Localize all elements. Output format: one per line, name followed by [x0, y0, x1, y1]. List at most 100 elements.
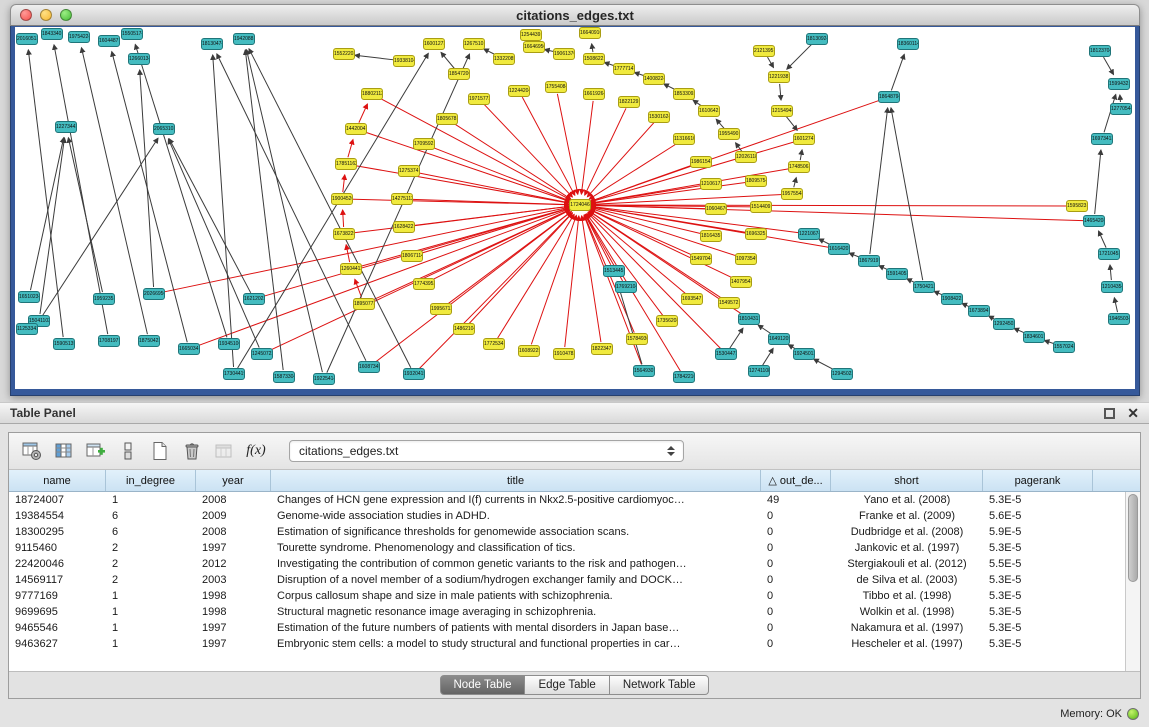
graph-edge[interactable]: [168, 139, 259, 347]
graph-edge[interactable]: [363, 131, 570, 201]
graph-node[interactable]: 16646950: [523, 41, 545, 53]
graph-node[interactable]: 17777147: [613, 63, 635, 75]
memory-status-icon[interactable]: [1127, 708, 1139, 720]
graph-edge[interactable]: [161, 207, 569, 292]
column-header-name[interactable]: name: [9, 470, 106, 491]
graph-edge[interactable]: [498, 214, 575, 338]
column-header-pagerank[interactable]: pagerank: [983, 470, 1093, 491]
graph-edge[interactable]: [592, 44, 593, 52]
graph-edge[interactable]: [617, 282, 642, 365]
graph-node[interactable]: 19320415: [403, 368, 425, 380]
table-settings-button[interactable]: [19, 438, 45, 464]
graph-node[interactable]: 15570243: [1053, 341, 1075, 353]
table-row[interactable]: 1456911722003Disruption of a novel membe…: [9, 572, 1125, 588]
table-columns-button[interactable]: [51, 438, 77, 464]
graph-node[interactable]: 15086221: [583, 53, 605, 65]
graph-node[interactable]: 12026118: [735, 151, 757, 163]
graph-node[interactable]: 12244204: [508, 85, 530, 97]
table-row[interactable]: 969969511998Structural magnetic resonanc…: [9, 604, 1125, 620]
graph-edge[interactable]: [565, 216, 579, 347]
graph-edge[interactable]: [800, 150, 802, 160]
graph-edge[interactable]: [780, 84, 781, 100]
graph-edge[interactable]: [348, 140, 353, 158]
graph-node[interactable]: 12741108: [748, 365, 770, 377]
graph-node[interactable]: 16935471: [681, 293, 703, 305]
graph-edge[interactable]: [351, 206, 569, 233]
graph-node[interactable]: 15301624: [648, 111, 670, 123]
graph-node[interactable]: 18648794: [878, 91, 900, 103]
graph-node[interactable]: 21213957: [753, 45, 775, 57]
graph-node[interactable]: 17851162: [335, 158, 357, 170]
graph-node[interactable]: 15134451: [603, 265, 625, 277]
graph-edge[interactable]: [30, 138, 63, 290]
graph-node[interactable]: 16284221: [393, 221, 415, 233]
graph-node[interactable]: 18164357: [700, 230, 722, 242]
column-header-short[interactable]: short: [831, 470, 983, 491]
graph-edge[interactable]: [786, 117, 797, 131]
graph-node[interactable]: 18130474: [201, 38, 223, 50]
graph-node[interactable]: 19420881: [233, 33, 255, 45]
graph-edge[interactable]: [794, 178, 796, 188]
graph-edge[interactable]: [441, 52, 454, 68]
table-row[interactable]: 2242004622012Investigating the contribut…: [9, 556, 1125, 572]
graph-edge[interactable]: [870, 108, 888, 254]
graph-node[interactable]: 15522203: [333, 48, 355, 60]
graph-node[interactable]: 18533092: [673, 88, 695, 100]
table-edit-button[interactable]: [83, 438, 109, 464]
graph-node[interactable]: 18679197: [858, 255, 880, 267]
graph-node[interactable]: 12106172: [700, 178, 722, 190]
graph-node[interactable]: 19956712: [430, 303, 452, 315]
delete-button[interactable]: [179, 438, 205, 464]
graph-node[interactable]: 16650341: [178, 343, 200, 355]
graph-node[interactable]: 12945022: [831, 368, 853, 380]
graph-node[interactable]: 16619264: [583, 88, 605, 100]
graph-node[interactable]: 18750423: [138, 335, 160, 347]
graph-node[interactable]: 18950773: [353, 298, 375, 310]
table-row[interactable]: 977716911998Corpus callosum shape and si…: [9, 588, 1125, 604]
graph-edge[interactable]: [1095, 150, 1101, 214]
graph-edge[interactable]: [1120, 95, 1121, 102]
graph-node[interactable]: 16510234: [18, 291, 40, 303]
graph-node[interactable]: 16973413: [1091, 133, 1113, 145]
graph-node[interactable]: 19225414: [313, 373, 335, 385]
graph-node[interactable]: 15914053: [886, 268, 908, 280]
graph-node[interactable]: 18130924: [806, 33, 828, 45]
graph-node[interactable]: 17210453: [1098, 248, 1120, 260]
network-canvas[interactable]: 1724046180567811971577212244204175540841…: [15, 27, 1135, 389]
table-row[interactable]: 1830029562008Estimation of significance …: [9, 524, 1125, 540]
graph-edge[interactable]: [343, 175, 345, 192]
graph-edge[interactable]: [431, 147, 570, 201]
graph-node[interactable]: 11253341: [16, 323, 38, 335]
graph-edge[interactable]: [767, 57, 773, 67]
graph-edge[interactable]: [359, 104, 368, 123]
graph-edge[interactable]: [249, 49, 411, 368]
graph-node[interactable]: 18056781: [436, 113, 458, 125]
graph-node[interactable]: 17554084: [545, 81, 567, 93]
graph-node[interactable]: 19754224: [68, 31, 90, 43]
graph-node[interactable]: 14420041: [345, 123, 367, 135]
graph-node[interactable]: 12660134: [128, 53, 150, 65]
float-panel-icon[interactable]: [1104, 408, 1115, 419]
graph-node[interactable]: 19061370: [553, 48, 575, 60]
scrollbar-thumb[interactable]: [1128, 494, 1138, 582]
graph-node[interactable]: 12753741: [398, 165, 420, 177]
graph-node[interactable]: 18223471: [591, 343, 613, 355]
graph-edge[interactable]: [245, 50, 283, 370]
graph-edge[interactable]: [355, 279, 362, 297]
graph-edge[interactable]: [531, 215, 576, 344]
column-header-year[interactable]: year: [196, 470, 271, 491]
graph-edge[interactable]: [730, 328, 743, 348]
column-header-out_de[interactable]: △ out_de...: [761, 470, 831, 491]
graph-node[interactable]: 19861542: [690, 156, 712, 168]
graph-node[interactable]: 15958231: [1066, 200, 1088, 212]
graph-node[interactable]: 16640910: [579, 27, 601, 39]
graph-node[interactable]: 20160513: [16, 33, 38, 45]
graph-node[interactable]: 15497044: [690, 253, 712, 265]
graph-edge[interactable]: [763, 348, 773, 365]
table-row[interactable]: 1872400712008Changes of HCN gene express…: [9, 492, 1125, 508]
graph-node[interactable]: 15649307: [633, 365, 655, 377]
graph-node[interactable]: 17485063: [788, 161, 810, 173]
graph-edge[interactable]: [140, 70, 154, 287]
graph-node[interactable]: 14654208: [1083, 215, 1105, 227]
graph-node[interactable]: 18095754: [745, 175, 767, 187]
